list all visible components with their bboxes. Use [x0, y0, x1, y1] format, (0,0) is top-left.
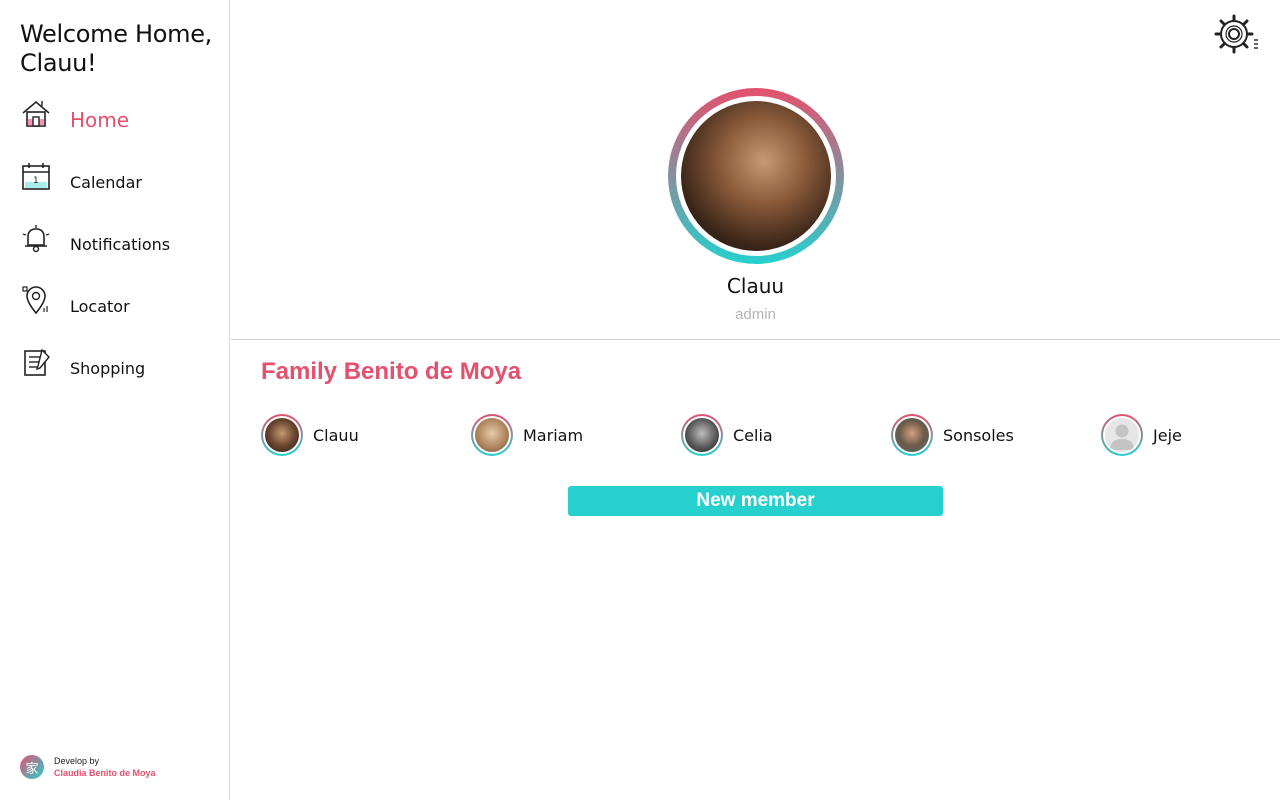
sidebar-item-label: Notifications [70, 234, 171, 254]
profile-name: Clauu [726, 274, 785, 298]
avatar [1101, 414, 1143, 456]
avatar [261, 414, 303, 456]
sidebar-item-label: Locator [70, 296, 130, 316]
profile-role: admin [735, 306, 776, 323]
shopping-list-icon [24, 348, 50, 376]
app-logo: 家 [20, 755, 44, 779]
svg-text:1: 1 [33, 176, 39, 186]
avatar[interactable] [667, 88, 844, 264]
sidebar-item-label: Shopping [70, 358, 146, 378]
member-name: Sonsoles [943, 425, 1014, 445]
member-item[interactable]: Mariam [471, 414, 583, 456]
default-avatar-icon [1105, 418, 1139, 452]
sidebar-item-locator[interactable]: Locator [0, 284, 229, 328]
new-member-button[interactable]: New member [568, 486, 943, 516]
member-name: Mariam [523, 425, 584, 445]
bell-icon [22, 225, 50, 253]
avatar [891, 414, 933, 456]
family-title: Family Benito de Moya [261, 358, 522, 385]
avatar-frame [675, 96, 836, 256]
avatar [681, 414, 723, 456]
family-members-list: Clauu Mariam Celia Sonsoles Jeje [261, 414, 1261, 456]
member-item[interactable]: Clauu [261, 414, 359, 456]
map-pin-icon [22, 286, 48, 315]
sidebar-item-shopping[interactable]: Shopping [0, 346, 229, 390]
developer-credit-text: Develop by Claudia Benito de Moya [54, 755, 156, 779]
member-item[interactable]: Sonsoles [891, 414, 1014, 456]
sidebar-item-label: Calendar [70, 172, 142, 192]
member-name: Jeje [1153, 425, 1182, 445]
home-icon [22, 100, 50, 127]
avatar [471, 414, 513, 456]
welcome-heading: Welcome Home, Clauu! [20, 20, 213, 77]
profile-card: Clauu admin [231, 88, 1280, 323]
credit-prefix: Develop by [54, 756, 100, 766]
avatar-photo [680, 101, 831, 251]
member-name: Celia [733, 425, 773, 445]
divider [231, 339, 1280, 340]
gear-icon[interactable] [1212, 10, 1260, 58]
sidebar-item-label: Home [70, 108, 130, 132]
main-content: Clauu admin Family Benito de Moya Clauu … [231, 0, 1280, 800]
sidebar-item-calendar[interactable]: 1 Calendar [0, 160, 229, 204]
sidebar-item-notifications[interactable]: Notifications [0, 222, 229, 266]
app-window: Welcome Home, Clauu! Home 1 Calendar Not… [0, 0, 1280, 800]
member-item[interactable]: Jeje [1101, 414, 1182, 456]
sidebar: Welcome Home, Clauu! Home 1 Calendar Not… [0, 0, 230, 800]
member-item[interactable]: Celia [681, 414, 773, 456]
developer-credit: 家 Develop by Claudia Benito de Moya [20, 755, 156, 779]
sidebar-item-home[interactable]: Home [0, 98, 229, 142]
member-name: Clauu [313, 425, 359, 445]
calendar-icon: 1 [22, 163, 50, 190]
credit-name: Claudia Benito de Moya [54, 768, 156, 778]
